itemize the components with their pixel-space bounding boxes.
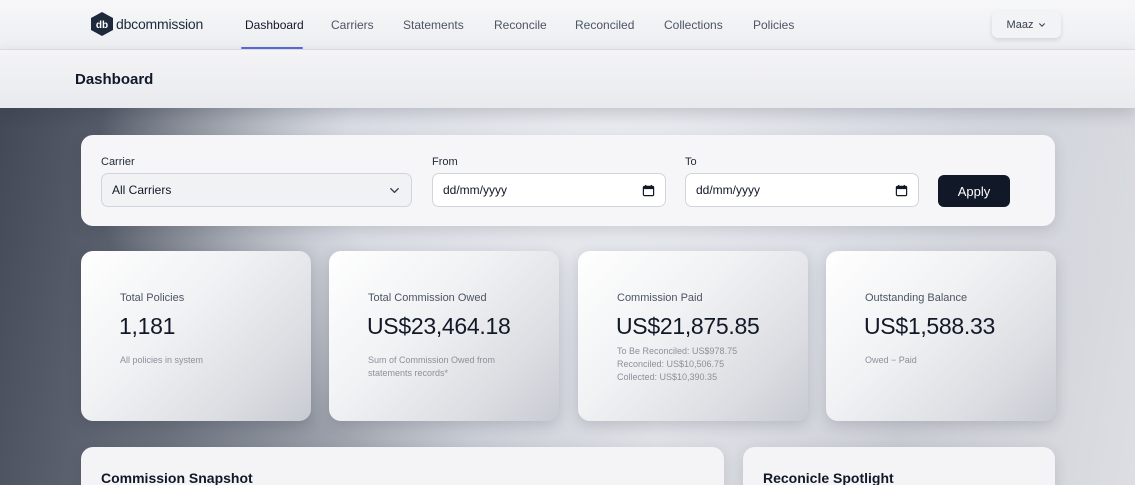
svg-text:db: db (96, 20, 108, 31)
commission-snapshot-card: Commission Snapshot (81, 447, 724, 485)
user-menu-button[interactable]: Maaz (992, 11, 1061, 38)
stat-card-commission-paid: Commission Paid US$21,875.85 To Be Recon… (578, 251, 808, 421)
stat-card-total-policies: Total Policies 1,181 All policies in sys… (81, 251, 311, 421)
brand-name: dbcommission (116, 16, 204, 32)
nav-reconciled[interactable]: Reconciled (575, 0, 634, 50)
nav-reconcile[interactable]: Reconcile (494, 0, 547, 50)
calendar-icon[interactable] (895, 184, 908, 197)
page-header: Dashboard (0, 50, 1135, 108)
stat-value: 1,181 (119, 313, 176, 339)
nav-statements[interactable]: Statements (403, 0, 464, 50)
calendar-icon[interactable] (642, 184, 655, 197)
stat-value: US$21,875.85 (616, 313, 760, 339)
carrier-select-value: All Carriers (112, 183, 172, 197)
db-logo-icon: db (91, 12, 113, 36)
reconcile-spotlight-card: Reconicle Spotlight (743, 447, 1055, 485)
stat-label: Total Policies (120, 292, 185, 304)
filter-panel: Carrier All Carriers From dd/mm/yyyy To … (81, 135, 1055, 226)
from-date-input[interactable]: dd/mm/yyyy (432, 173, 666, 207)
section-title: Commission Snapshot (101, 470, 253, 485)
user-name: Maaz (1006, 18, 1034, 31)
to-date-placeholder: dd/mm/yyyy (696, 183, 761, 197)
carrier-select[interactable]: All Carriers (101, 173, 412, 207)
from-label: From (432, 156, 458, 168)
stat-subtext: Owed − Paid (865, 355, 917, 365)
stat-card-total-commission-owed: Total Commission Owed US$23,464.18 Sum o… (329, 251, 559, 421)
nav-collections[interactable]: Collections (664, 0, 723, 50)
reconciled-amount: Reconciled: US$10,506.75 (617, 359, 725, 369)
chevron-down-icon (1039, 22, 1046, 27)
section-title: Reconicle Spotlight (763, 470, 894, 485)
stat-label: Outstanding Balance (865, 292, 968, 304)
stat-subtext: All policies in system (120, 355, 204, 365)
stat-subtext: Sum of Commission Owed from statements r… (368, 355, 496, 378)
brand-logo[interactable]: db dbcommission (91, 12, 203, 36)
carrier-label: Carrier (101, 156, 135, 168)
nav-policies[interactable]: Policies (753, 0, 794, 50)
commission-breakdown: To Be Reconciled: US$978.75 Reconciled: … (617, 345, 737, 384)
stat-label: Commission Paid (617, 292, 703, 304)
to-label: To (685, 156, 697, 168)
to-be-reconciled-amount: To Be Reconciled: US$978.75 (617, 346, 738, 356)
apply-button[interactable]: Apply (938, 175, 1010, 207)
to-date-input[interactable]: dd/mm/yyyy (685, 173, 919, 207)
nav-carriers[interactable]: Carriers (331, 0, 374, 50)
collected-amount: Collected: US$10,390.35 (617, 372, 718, 382)
stat-card-outstanding-balance: Outstanding Balance US$1,588.33 Owed − P… (826, 251, 1056, 421)
stat-value: US$23,464.18 (367, 313, 511, 339)
stat-value: US$1,588.33 (864, 313, 995, 339)
nav-dashboard[interactable]: Dashboard (245, 0, 304, 50)
page-title: Dashboard (75, 71, 154, 88)
chevron-down-icon (390, 187, 399, 194)
top-nav: db dbcommission Dashboard Carriers State… (0, 0, 1135, 50)
active-tab-indicator (241, 47, 303, 49)
stat-label: Total Commission Owed (368, 292, 487, 304)
from-date-placeholder: dd/mm/yyyy (443, 183, 508, 197)
